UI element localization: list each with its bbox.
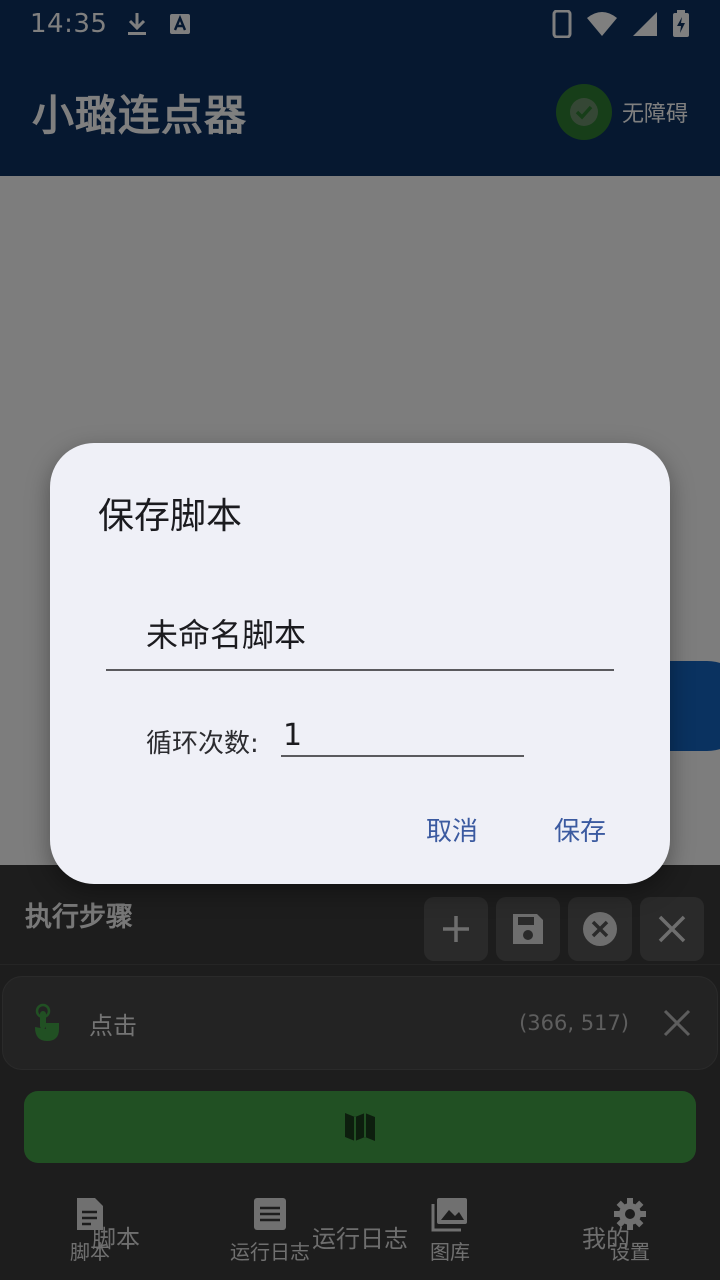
script-name-input[interactable]: [106, 603, 614, 663]
loop-count-field: [281, 715, 524, 757]
save-script-dialog: 保存脚本 循环次数: 取消 保存: [50, 443, 670, 884]
loop-count-input[interactable]: [281, 715, 524, 755]
loop-count-label: 循环次数:: [146, 729, 259, 759]
script-name-field: [106, 603, 614, 671]
save-button[interactable]: 保存: [554, 811, 606, 848]
cancel-button[interactable]: 取消: [426, 811, 478, 848]
scrim-top[interactable]: [0, 0, 720, 176]
dialog-title: 保存脚本: [98, 496, 243, 537]
